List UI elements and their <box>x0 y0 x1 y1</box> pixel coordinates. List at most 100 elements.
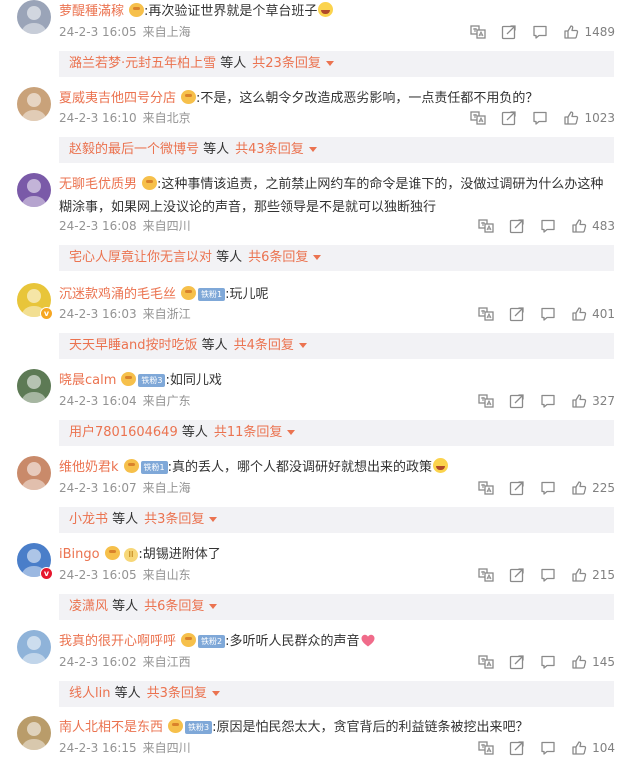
username-link[interactable]: 我真的很开心啊呼呼 <box>59 634 176 649</box>
reply-username-link[interactable]: 天天早睡and按时吃饭 <box>69 338 197 353</box>
username-link[interactable]: 维他奶君k <box>59 460 119 475</box>
like-icon[interactable] <box>571 567 587 583</box>
reply-username-link[interactable]: 用户7801604649 <box>69 425 178 440</box>
reply-username-link[interactable]: 宅心人厚竟让你无言以对 <box>69 250 212 265</box>
username-link[interactable]: 南人北相不是东西 <box>59 720 163 735</box>
avatar[interactable] <box>17 87 51 121</box>
comment-icon[interactable] <box>540 480 556 496</box>
translate-icon[interactable] <box>478 306 494 322</box>
translate-icon[interactable] <box>478 480 494 496</box>
reply-username-link[interactable]: 线人lin <box>69 686 110 701</box>
share-icon[interactable] <box>501 110 517 126</box>
like-icon[interactable] <box>571 393 587 409</box>
comment-time: 24-2-3 16:05 <box>59 25 137 39</box>
reply-count-link[interactable]: 共3条回复 <box>144 512 204 527</box>
user-badge-icon <box>181 90 197 104</box>
username-link[interactable]: iBingo <box>59 547 100 562</box>
reply-count-link[interactable]: 共11条回复 <box>214 425 283 440</box>
share-icon[interactable] <box>509 740 525 756</box>
like-button[interactable]: 145 <box>571 654 615 670</box>
comment-icon[interactable] <box>540 567 556 583</box>
comment-icon[interactable] <box>540 218 556 234</box>
like-button[interactable]: 401 <box>571 306 615 322</box>
reply-username-link[interactable]: 凌潇风 <box>69 599 108 614</box>
avatar[interactable] <box>17 630 51 664</box>
replies-box[interactable]: 天天早睡and按时吃饭 等人 共4条回复 <box>59 333 614 359</box>
comment-item: 南人北相不是东西 铁粉3:原因是怕民怨太大，贪官背后的利益链条被挖出来吧？ 24-2… <box>0 716 623 760</box>
like-icon[interactable] <box>571 218 587 234</box>
reply-count-link[interactable]: 共6条回复 <box>144 599 204 614</box>
comment-location: 来自北京 <box>142 111 191 125</box>
share-icon[interactable] <box>509 567 525 583</box>
reply-count-link[interactable]: 共23条回复 <box>252 56 321 71</box>
reply-username-link[interactable]: 小龙书 <box>69 512 108 527</box>
reply-count-link[interactable]: 共3条回复 <box>147 686 207 701</box>
translate-icon[interactable] <box>478 740 494 756</box>
avatar[interactable] <box>17 173 51 207</box>
reply-count-link[interactable]: 共6条回复 <box>248 250 308 265</box>
comment-body: :原因是怕民怨太大，贪官背后的利益链条被挖出来吧？ <box>212 720 529 735</box>
replies-box[interactable]: 线人lin 等人 共3条回复 <box>59 681 614 707</box>
avatar-image <box>22 6 46 34</box>
replies-box[interactable]: 赵毅的最后一个微博号 等人 共43条回复 <box>59 137 614 163</box>
replies-box[interactable]: 宅心人厚竟让你无言以对 等人 共6条回复 <box>59 245 614 271</box>
fans-tag: 铁粉3 <box>138 374 166 387</box>
like-icon[interactable] <box>571 306 587 322</box>
reply-count-link[interactable]: 共4条回复 <box>234 338 294 353</box>
reply-username-link[interactable]: 赵毅的最后一个微博号 <box>69 142 199 157</box>
avatar[interactable] <box>17 369 51 403</box>
comment-meta: 24-2-3 16:03 来自浙江 <box>59 306 191 322</box>
like-button[interactable]: 225 <box>571 480 615 496</box>
translate-icon[interactable] <box>478 218 494 234</box>
comment-icon[interactable] <box>540 306 556 322</box>
like-button[interactable]: 104 <box>571 740 615 756</box>
reply-username-link[interactable]: 潞兰若梦·元封五年柏上雪 <box>69 56 216 71</box>
comment-item: 晓晨calm 铁粉3:如同儿戏 24-2-3 16:04 来自广东 327 用户78016… <box>0 369 623 450</box>
username-link[interactable]: 萝醍種滿稼 <box>59 4 124 19</box>
share-icon[interactable] <box>509 480 525 496</box>
expand-caret-icon <box>287 430 296 435</box>
translate-icon[interactable] <box>478 567 494 583</box>
replies-box[interactable]: 凌潇风 等人 共6条回复 <box>59 594 614 620</box>
like-button[interactable]: 327 <box>571 393 615 409</box>
comment-icon[interactable] <box>532 110 548 126</box>
like-button[interactable]: 483 <box>571 218 615 234</box>
username-link[interactable]: 晓晨calm <box>59 373 116 388</box>
share-icon[interactable] <box>509 306 525 322</box>
username-link[interactable]: 无聊毛优质男 <box>59 177 137 192</box>
avatar[interactable] <box>17 716 51 750</box>
comment-text: 维他奶君k 铁粉1:真的丢人，哪个人都没调研好就想出来的政策 <box>59 456 614 479</box>
share-icon[interactable] <box>509 654 525 670</box>
replies-box[interactable]: 用户7801604649 等人 共11条回复 <box>59 420 614 446</box>
like-icon[interactable] <box>571 654 587 670</box>
comment-meta: 24-2-3 16:07 来自上海 <box>59 480 191 496</box>
avatar-image <box>22 462 46 490</box>
comment-icon[interactable] <box>532 24 548 40</box>
replies-box[interactable]: 潞兰若梦·元封五年柏上雪 等人 共23条回复 <box>59 51 614 77</box>
translate-icon[interactable] <box>478 654 494 670</box>
share-icon[interactable] <box>509 218 525 234</box>
avatar[interactable] <box>17 0 51 34</box>
comment-text: 晓晨calm 铁粉3:如同儿戏 <box>59 369 614 392</box>
like-icon[interactable] <box>571 480 587 496</box>
username-link[interactable]: 沉迷款鸡涌的毛毛丝 <box>59 287 176 302</box>
comment-icon[interactable] <box>540 740 556 756</box>
translate-icon[interactable] <box>470 24 487 40</box>
share-icon[interactable] <box>501 24 517 40</box>
comment-icon[interactable] <box>540 393 556 409</box>
comment-body: :多听听人民群众的声音 <box>225 634 360 649</box>
like-button[interactable]: 215 <box>571 567 615 583</box>
comment-icon[interactable] <box>540 654 556 670</box>
like-icon[interactable] <box>571 740 587 756</box>
like-icon[interactable] <box>563 24 579 40</box>
translate-icon[interactable] <box>470 110 487 126</box>
like-icon[interactable] <box>563 110 579 126</box>
share-icon[interactable] <box>509 393 525 409</box>
reply-count-link[interactable]: 共43条回复 <box>235 142 304 157</box>
translate-icon[interactable] <box>478 393 494 409</box>
like-button[interactable]: 1023 <box>563 110 615 126</box>
avatar[interactable] <box>17 456 51 490</box>
like-button[interactable]: 1489 <box>563 24 615 40</box>
username-link[interactable]: 夏威夷吉他四号分店 <box>59 91 176 106</box>
replies-box[interactable]: 小龙书 等人 共3条回复 <box>59 507 614 533</box>
